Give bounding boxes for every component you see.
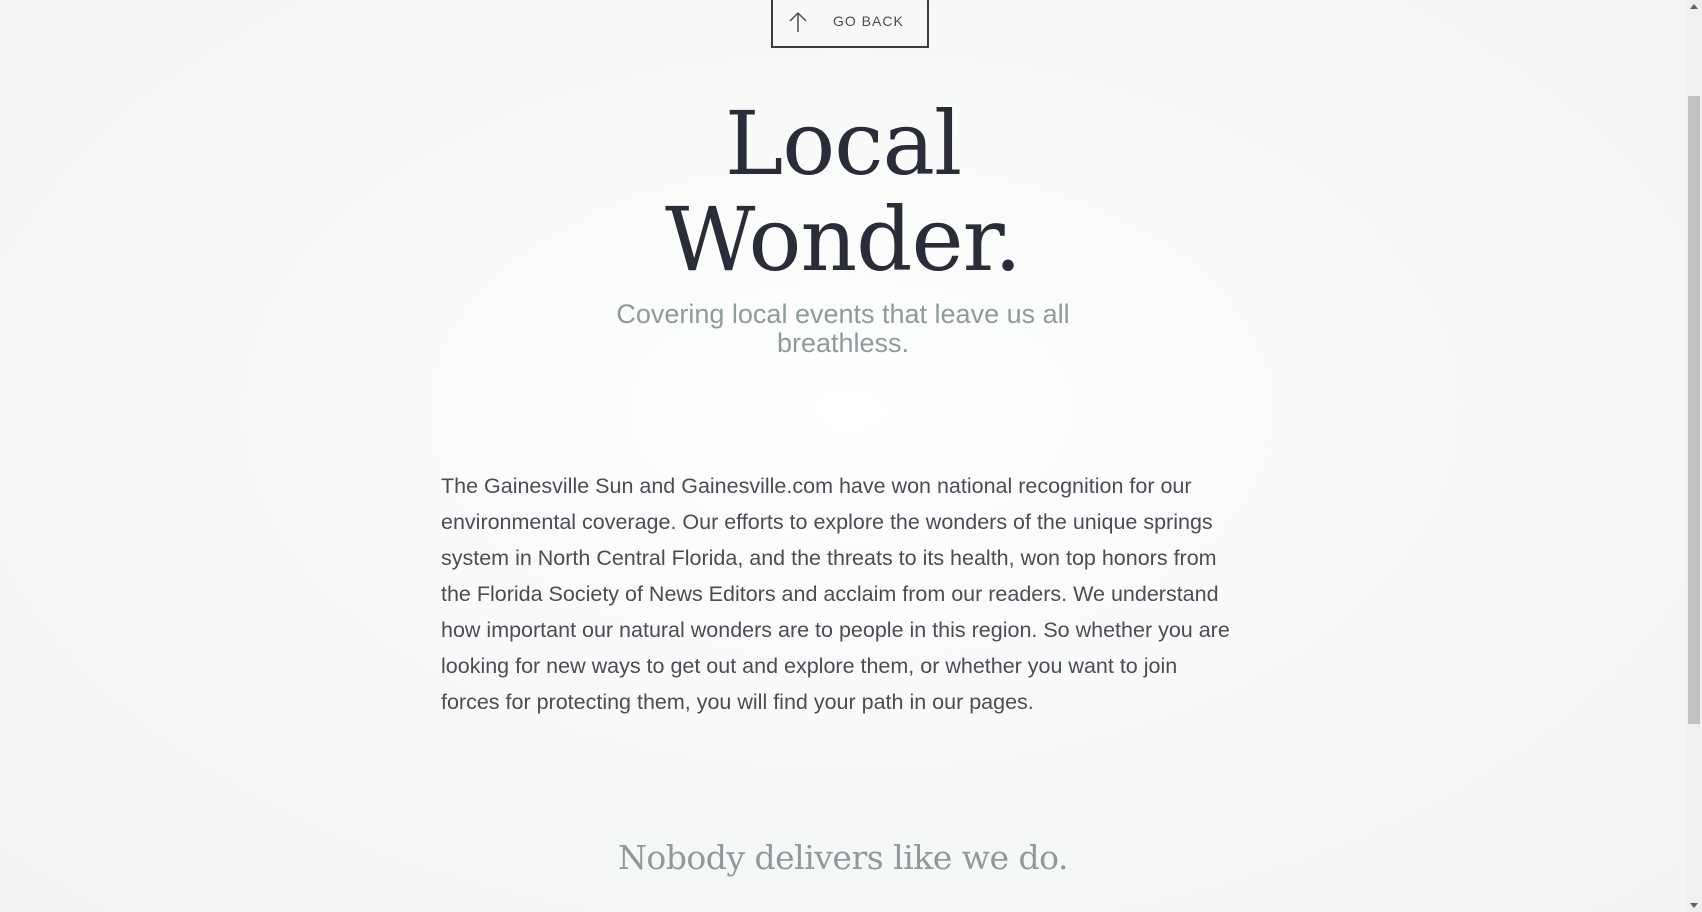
section-heading: Nobody delivers like we do. xyxy=(618,838,1068,877)
page-title: Local Wonder. xyxy=(0,96,1686,288)
page-title-line-2: Wonder. xyxy=(665,188,1022,291)
vertical-scrollbar[interactable] xyxy=(1686,0,1702,912)
scroll-up-arrow-icon[interactable] xyxy=(1686,0,1702,14)
page: GO BACK Local Wonder. Covering local eve… xyxy=(0,0,1686,912)
go-back-button[interactable]: GO BACK xyxy=(771,0,929,48)
intro-paragraph: The Gainesville Sun and Gainesville.com … xyxy=(441,474,1230,714)
scroll-down-arrow-icon[interactable] xyxy=(1686,898,1702,912)
arrow-up-icon xyxy=(787,10,809,34)
page-title-line-1: Local xyxy=(724,92,962,195)
scrollbar-thumb[interactable] xyxy=(1688,96,1700,724)
go-back-label: GO BACK xyxy=(833,13,904,29)
page-subtitle: Covering local events that leave us all … xyxy=(616,299,1070,358)
